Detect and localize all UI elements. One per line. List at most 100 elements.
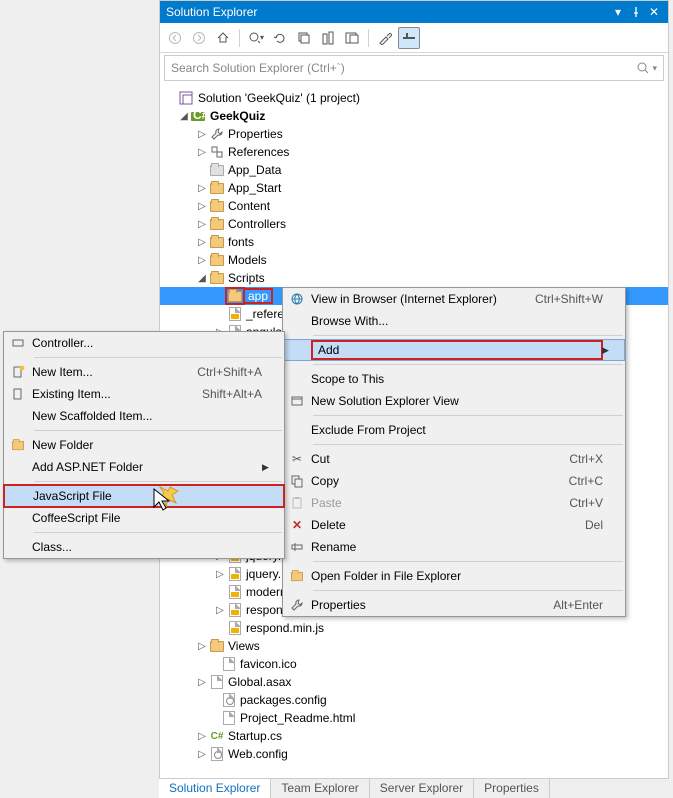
menu-new-item[interactable]: New Item...Ctrl+Shift+A (4, 361, 284, 383)
tab-solution-explorer[interactable]: Solution Explorer (159, 779, 271, 798)
references-icon (208, 144, 226, 160)
folder-icon (208, 270, 226, 286)
expander-icon[interactable]: ▷ (196, 147, 208, 158)
preview-button[interactable] (341, 27, 363, 49)
shortcut: Ctrl+V (569, 496, 603, 510)
close-button[interactable]: ✕ (646, 4, 662, 20)
folder-icon (208, 198, 226, 214)
search-input[interactable]: Search Solution Explorer (Ctrl+`) ▾ (164, 55, 664, 81)
node-label: Controllers (226, 217, 286, 231)
tree-node[interactable]: packages.config (160, 691, 668, 709)
search-placeholder: Search Solution Explorer (Ctrl+`) (171, 61, 636, 75)
tree-node[interactable]: ▷Content (160, 197, 668, 215)
menu-separator (313, 415, 623, 416)
preview-selected-toggle[interactable] (398, 27, 420, 49)
solution-node[interactable]: Solution 'GeekQuiz' (1 project) (160, 89, 668, 107)
expander-icon[interactable]: ▷ (196, 219, 208, 230)
menu-label: Cut (311, 452, 569, 466)
expander-icon[interactable]: ▷ (196, 201, 208, 212)
menu-separator (313, 590, 623, 591)
expander-icon[interactable]: ▷ (196, 677, 208, 688)
home-button[interactable] (212, 27, 234, 49)
menu-label: Controller... (32, 336, 262, 350)
pin-button[interactable] (628, 4, 644, 20)
expander-icon[interactable]: ▷ (196, 237, 208, 248)
expander-icon[interactable]: ▷ (196, 731, 208, 742)
menu-browse-with[interactable]: Browse With... (283, 310, 625, 332)
tree-node[interactable]: ▷References (160, 143, 668, 161)
tree-node[interactable]: favicon.ico (160, 655, 668, 673)
solution-icon (178, 90, 196, 106)
refresh-button[interactable] (269, 27, 291, 49)
tree-node[interactable]: ▷ Controllers (160, 215, 668, 233)
properties-button[interactable] (374, 27, 396, 49)
forward-button[interactable] (188, 27, 210, 49)
menu-label: Add (312, 341, 602, 359)
shortcut: Alt+Enter (553, 598, 603, 612)
expander-icon[interactable]: ▷ (214, 569, 226, 580)
sync-button[interactable]: ▾ (245, 27, 267, 49)
node-label: favicon.ico (238, 657, 297, 671)
menu-add[interactable]: Add▶ (283, 339, 625, 361)
node-label: Project_Readme.html (238, 711, 355, 725)
menu-delete[interactable]: ✕DeleteDel (283, 514, 625, 536)
menu-view-in-browser[interactable]: View in Browser (Internet Explorer)Ctrl+… (283, 288, 625, 310)
menu-cut[interactable]: ✂CutCtrl+X (283, 448, 625, 470)
node-label: app (244, 289, 272, 303)
node-label: fonts (226, 235, 254, 249)
menu-coffeescript-file[interactable]: CoffeeScript File (4, 507, 284, 529)
tree-node[interactable]: ▷Global.asax (160, 673, 668, 691)
tree-node[interactable]: App_Data (160, 161, 668, 179)
menu-label: CoffeeScript File (32, 511, 262, 525)
menu-properties[interactable]: PropertiesAlt+Enter (283, 594, 625, 616)
menu-existing-item[interactable]: Existing Item...Shift+Alt+A (4, 383, 284, 405)
menu-javascript-file[interactable]: JavaScript File (4, 485, 284, 507)
tree-node[interactable]: Project_Readme.html (160, 709, 668, 727)
menu-new-folder[interactable]: New Folder (4, 434, 284, 456)
js-file-icon (226, 602, 244, 618)
menu-scope-to-this[interactable]: Scope to This (283, 368, 625, 390)
menu-rename[interactable]: Rename (283, 536, 625, 558)
project-node[interactable]: ◢ C# GeekQuiz (160, 107, 668, 125)
menu-controller[interactable]: Controller... (4, 332, 284, 354)
tree-node[interactable]: ▷Models (160, 251, 668, 269)
tree-node[interactable]: respond.min.js (160, 619, 668, 637)
expander-icon[interactable]: ▷ (196, 183, 208, 194)
expander-icon[interactable]: ▷ (196, 255, 208, 266)
menu-label: New Item... (32, 365, 197, 379)
tab-team-explorer[interactable]: Team Explorer (271, 779, 369, 798)
menu-class[interactable]: Class... (4, 536, 284, 558)
window-position-button[interactable]: ▾ (610, 4, 626, 20)
tree-node[interactable]: ▷Properties (160, 125, 668, 143)
menu-open-folder[interactable]: Open Folder in File Explorer (283, 565, 625, 587)
show-all-button[interactable] (317, 27, 339, 49)
back-button[interactable] (164, 27, 186, 49)
new-item-icon (4, 365, 32, 379)
menu-label: Open Folder in File Explorer (311, 569, 603, 583)
tree-node[interactable]: ◢Scripts (160, 269, 668, 287)
menu-scaffold[interactable]: New Scaffolded Item... (4, 405, 284, 427)
tree-node[interactable]: ▷ fonts (160, 233, 668, 251)
expander-icon[interactable]: ◢ (178, 111, 190, 122)
wrench-icon (208, 126, 226, 142)
search-dropdown[interactable]: ▾ (652, 63, 657, 74)
tab-properties[interactable]: Properties (474, 779, 550, 798)
node-label: jquery. (244, 567, 281, 581)
tab-server-explorer[interactable]: Server Explorer (370, 779, 474, 798)
node-label: _refere (244, 307, 284, 321)
menu-exclude[interactable]: Exclude From Project (283, 419, 625, 441)
tree-node[interactable]: ▷C#Startup.cs (160, 727, 668, 745)
expander-icon[interactable]: ◢ (196, 273, 208, 284)
collapse-all-button[interactable] (293, 27, 315, 49)
tree-node[interactable]: ▷Web.config (160, 745, 668, 763)
menu-aspnet-folder[interactable]: Add ASP.NET Folder▶ (4, 456, 284, 478)
menu-copy[interactable]: CopyCtrl+C (283, 470, 625, 492)
svg-text:C#: C# (193, 109, 207, 122)
expander-icon[interactable]: ▷ (214, 605, 226, 616)
expander-icon[interactable]: ▷ (196, 749, 208, 760)
menu-new-view[interactable]: New Solution Explorer View (283, 390, 625, 412)
tree-node[interactable]: ▷Views (160, 637, 668, 655)
tree-node[interactable]: ▷App_Start (160, 179, 668, 197)
expander-icon[interactable]: ▷ (196, 129, 208, 140)
expander-icon[interactable]: ▷ (196, 641, 208, 652)
